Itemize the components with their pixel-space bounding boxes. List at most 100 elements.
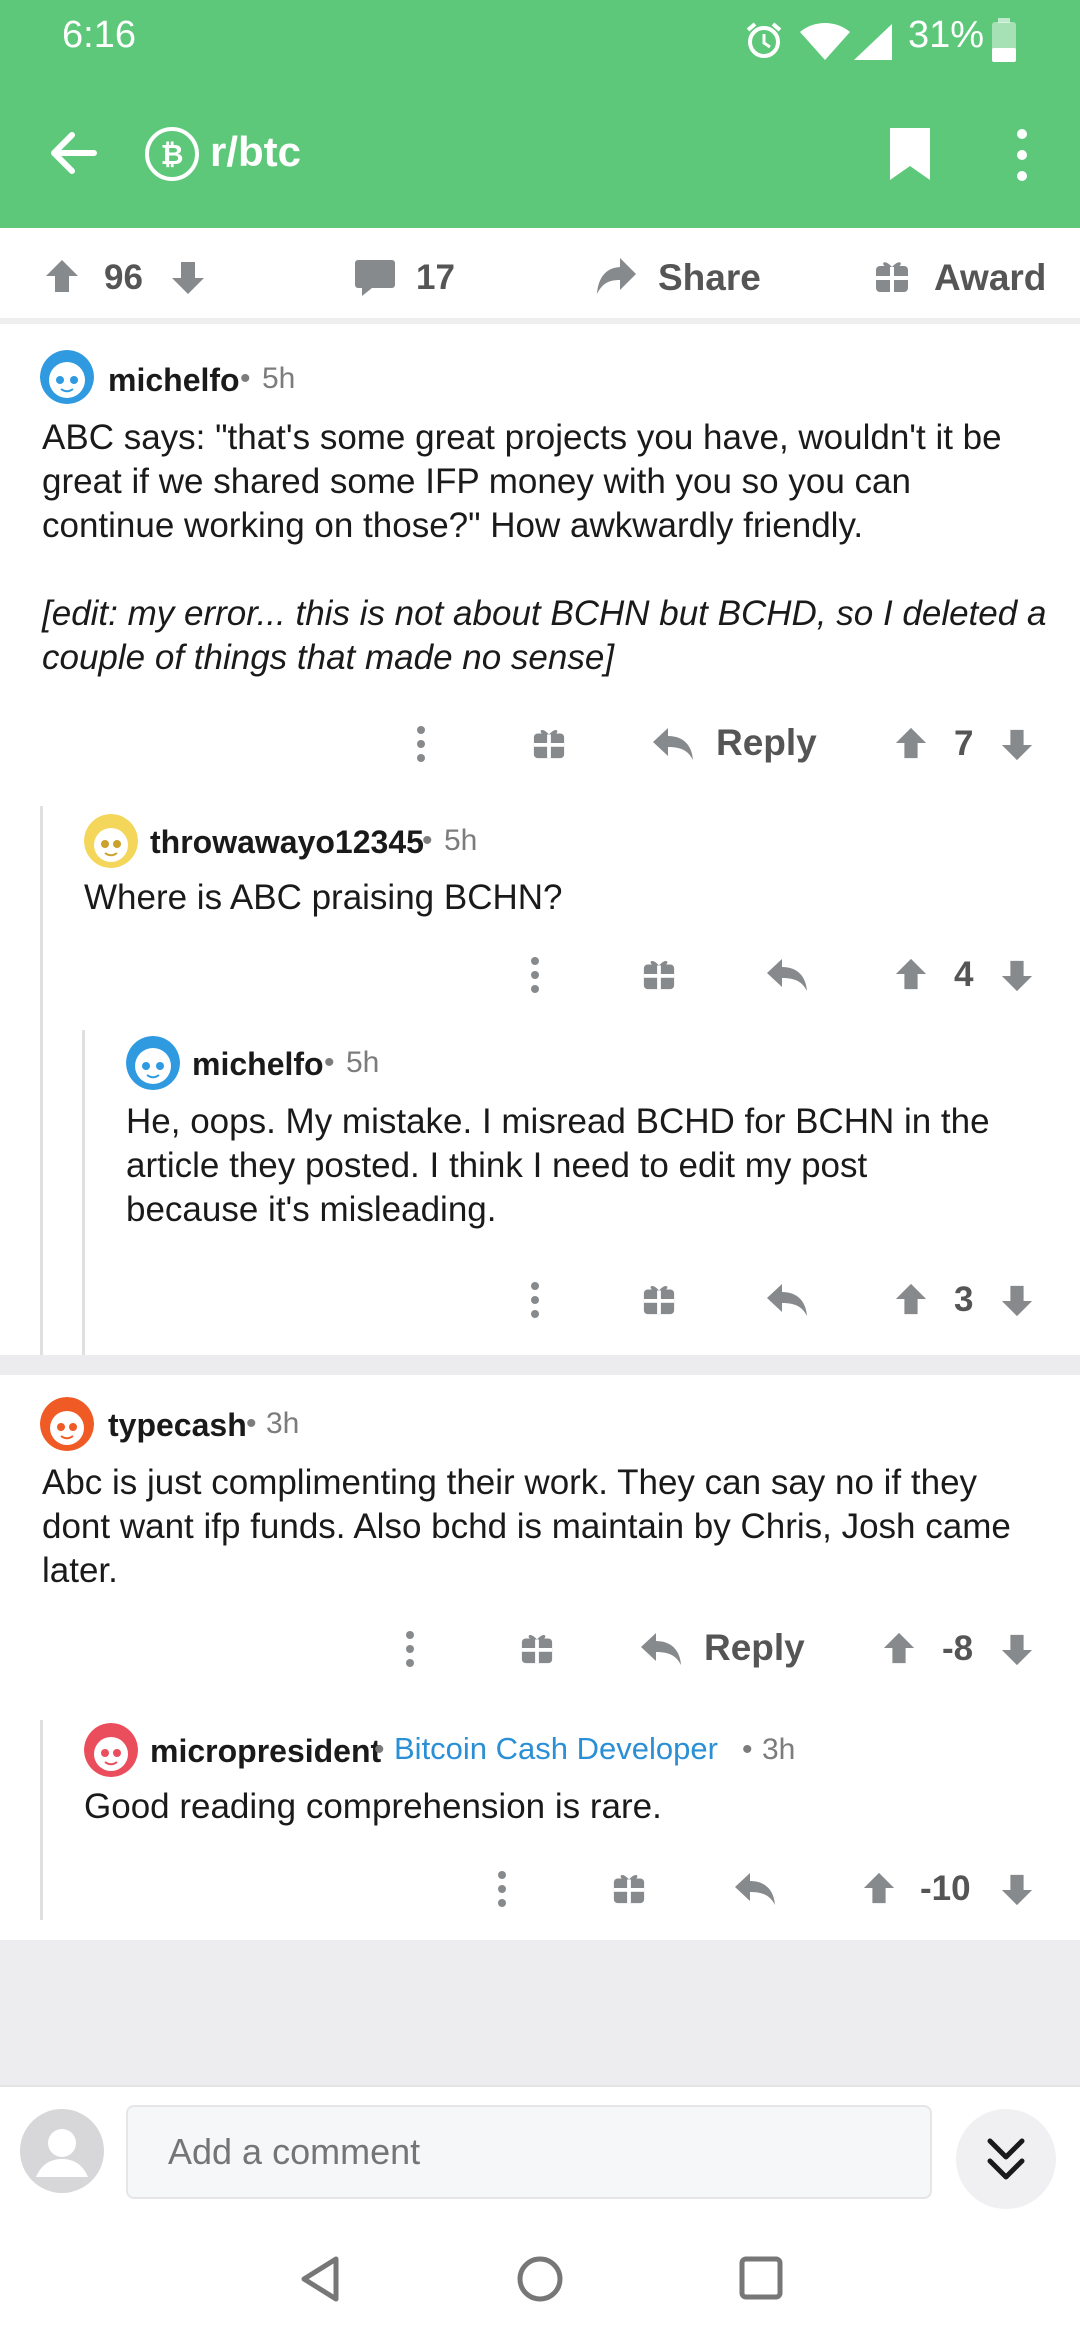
comment-more-icon[interactable] <box>496 1870 508 1908</box>
comments-icon[interactable] <box>354 258 396 298</box>
overflow-menu-icon[interactable] <box>1012 128 1032 182</box>
award-icon[interactable] <box>874 258 910 294</box>
comment-age: 5h <box>346 1046 380 1079</box>
upvote-icon[interactable] <box>862 1871 896 1905</box>
comment-dot: • <box>374 1733 385 1766</box>
thread-rail[interactable] <box>82 1030 85 1362</box>
comment-thread: typecash • 3h Abc is just complimenting … <box>0 1375 1080 1940</box>
cellular-icon <box>854 24 892 60</box>
thread-separator <box>0 1355 1080 1375</box>
comment-age: 3h <box>762 1733 796 1766</box>
double-chevron-down-icon <box>987 2138 1025 2180</box>
post-score: 96 <box>104 258 143 297</box>
user-flair: Bitcoin Cash Developer <box>394 1731 718 1766</box>
share-button[interactable]: Share <box>658 257 761 299</box>
avatar[interactable] <box>84 814 138 868</box>
award-icon[interactable] <box>520 1631 554 1665</box>
downvote-icon[interactable] <box>1000 959 1034 993</box>
comment-score: 7 <box>954 724 974 763</box>
comment-more-icon[interactable] <box>529 1281 541 1319</box>
upvote-icon[interactable] <box>882 1631 916 1665</box>
user-avatar[interactable] <box>20 2109 104 2193</box>
avatar[interactable] <box>40 1397 94 1451</box>
comment-age: 5h <box>262 362 296 395</box>
svg-text:₿: ₿ <box>161 139 184 170</box>
comment-composer <box>0 2085 1080 2215</box>
scroll-next-button[interactable] <box>956 2109 1056 2209</box>
comment-score: 4 <box>954 955 974 994</box>
comment-dot: • <box>240 362 251 395</box>
comment-text: He, oops. My mistake. I misread BCHD for… <box>126 1102 990 1229</box>
nav-recents-icon[interactable] <box>738 2255 784 2301</box>
app-header: ₿ r/btc <box>0 78 1080 228</box>
reply-icon[interactable] <box>766 1282 808 1318</box>
alarm-icon <box>746 22 782 58</box>
comment-more-icon[interactable] <box>529 956 541 994</box>
comment-score: -8 <box>942 1629 974 1668</box>
comment-thread: michelfo • 5h ABC says: "that's some gre… <box>0 330 1080 1362</box>
downvote-icon[interactable] <box>1000 1284 1034 1318</box>
comment-author[interactable]: michelfo <box>108 362 240 399</box>
thread-rail[interactable] <box>40 1720 43 1920</box>
comment-more-icon[interactable] <box>415 725 427 763</box>
nav-back-icon[interactable] <box>298 2255 342 2303</box>
reply-icon[interactable] <box>640 1631 682 1667</box>
award-icon[interactable] <box>532 726 566 760</box>
avatar[interactable] <box>40 350 94 404</box>
award-icon[interactable] <box>642 957 676 991</box>
comment-more-icon[interactable] <box>404 1630 416 1668</box>
reply-button[interactable]: Reply <box>716 722 817 764</box>
reply-icon[interactable] <box>652 726 694 762</box>
comment-score: 3 <box>954 1280 974 1319</box>
comment-text: Where is ABC praising BCHN? <box>84 878 563 917</box>
comment-age: 5h <box>444 824 478 857</box>
thread-rail[interactable] <box>40 806 43 1362</box>
comment-author[interactable]: typecash <box>108 1407 247 1444</box>
end-of-thread-area <box>0 1940 1080 2085</box>
comment-text: Abc is just complimenting their work. Th… <box>42 1463 1011 1590</box>
back-arrow-icon[interactable] <box>48 130 98 176</box>
comment-dot: • <box>422 824 433 857</box>
battery-percent: 31% <box>908 14 985 56</box>
subreddit-icon: ₿ <box>145 127 199 181</box>
comment-author[interactable]: micropresident <box>150 1733 381 1770</box>
award-icon[interactable] <box>642 1282 676 1316</box>
comment-input[interactable] <box>126 2105 932 2199</box>
comment-dot: • <box>246 1407 257 1440</box>
comment-score: -10 <box>920 1869 971 1908</box>
subreddit-name[interactable]: r/btc <box>210 128 301 176</box>
reply-button[interactable]: Reply <box>704 1627 805 1669</box>
nav-home-icon[interactable] <box>516 2255 564 2303</box>
award-button[interactable]: Award <box>934 257 1046 299</box>
comment-edit-note: [edit: my error... this is not about BCH… <box>42 594 1047 677</box>
reply-icon[interactable] <box>734 1871 776 1907</box>
wifi-icon <box>800 23 850 60</box>
status-time: 6:16 <box>62 14 136 56</box>
comment-count: 17 <box>416 258 455 297</box>
reply-icon[interactable] <box>766 957 808 993</box>
bookmark-icon[interactable] <box>888 126 932 182</box>
avatar[interactable] <box>126 1036 180 1090</box>
comment-author[interactable]: throwawayo12345 <box>150 824 424 861</box>
comment-text: ABC says: "that's some great projects yo… <box>42 418 1002 545</box>
comment-dot: • <box>742 1733 753 1766</box>
comment-author[interactable]: michelfo <box>192 1046 324 1083</box>
downvote-icon[interactable] <box>170 260 206 296</box>
comment-dot: • <box>324 1046 335 1079</box>
upvote-icon[interactable] <box>894 726 928 760</box>
post-action-bar: 96 17 Share Award <box>0 228 1080 324</box>
upvote-icon[interactable] <box>894 957 928 991</box>
status-bar: 6:16 31% <box>0 0 1080 78</box>
battery-icon <box>992 18 1016 62</box>
upvote-icon[interactable] <box>44 258 80 294</box>
downvote-icon[interactable] <box>1000 1873 1034 1907</box>
system-nav-bar <box>0 2215 1080 2340</box>
award-icon[interactable] <box>612 1871 646 1905</box>
upvote-icon[interactable] <box>894 1282 928 1316</box>
comment-age: 3h <box>266 1407 300 1440</box>
share-icon[interactable] <box>596 256 638 296</box>
downvote-icon[interactable] <box>1000 728 1034 762</box>
avatar[interactable] <box>84 1723 138 1777</box>
comment-text: Good reading comprehension is rare. <box>84 1787 662 1826</box>
downvote-icon[interactable] <box>1000 1633 1034 1667</box>
